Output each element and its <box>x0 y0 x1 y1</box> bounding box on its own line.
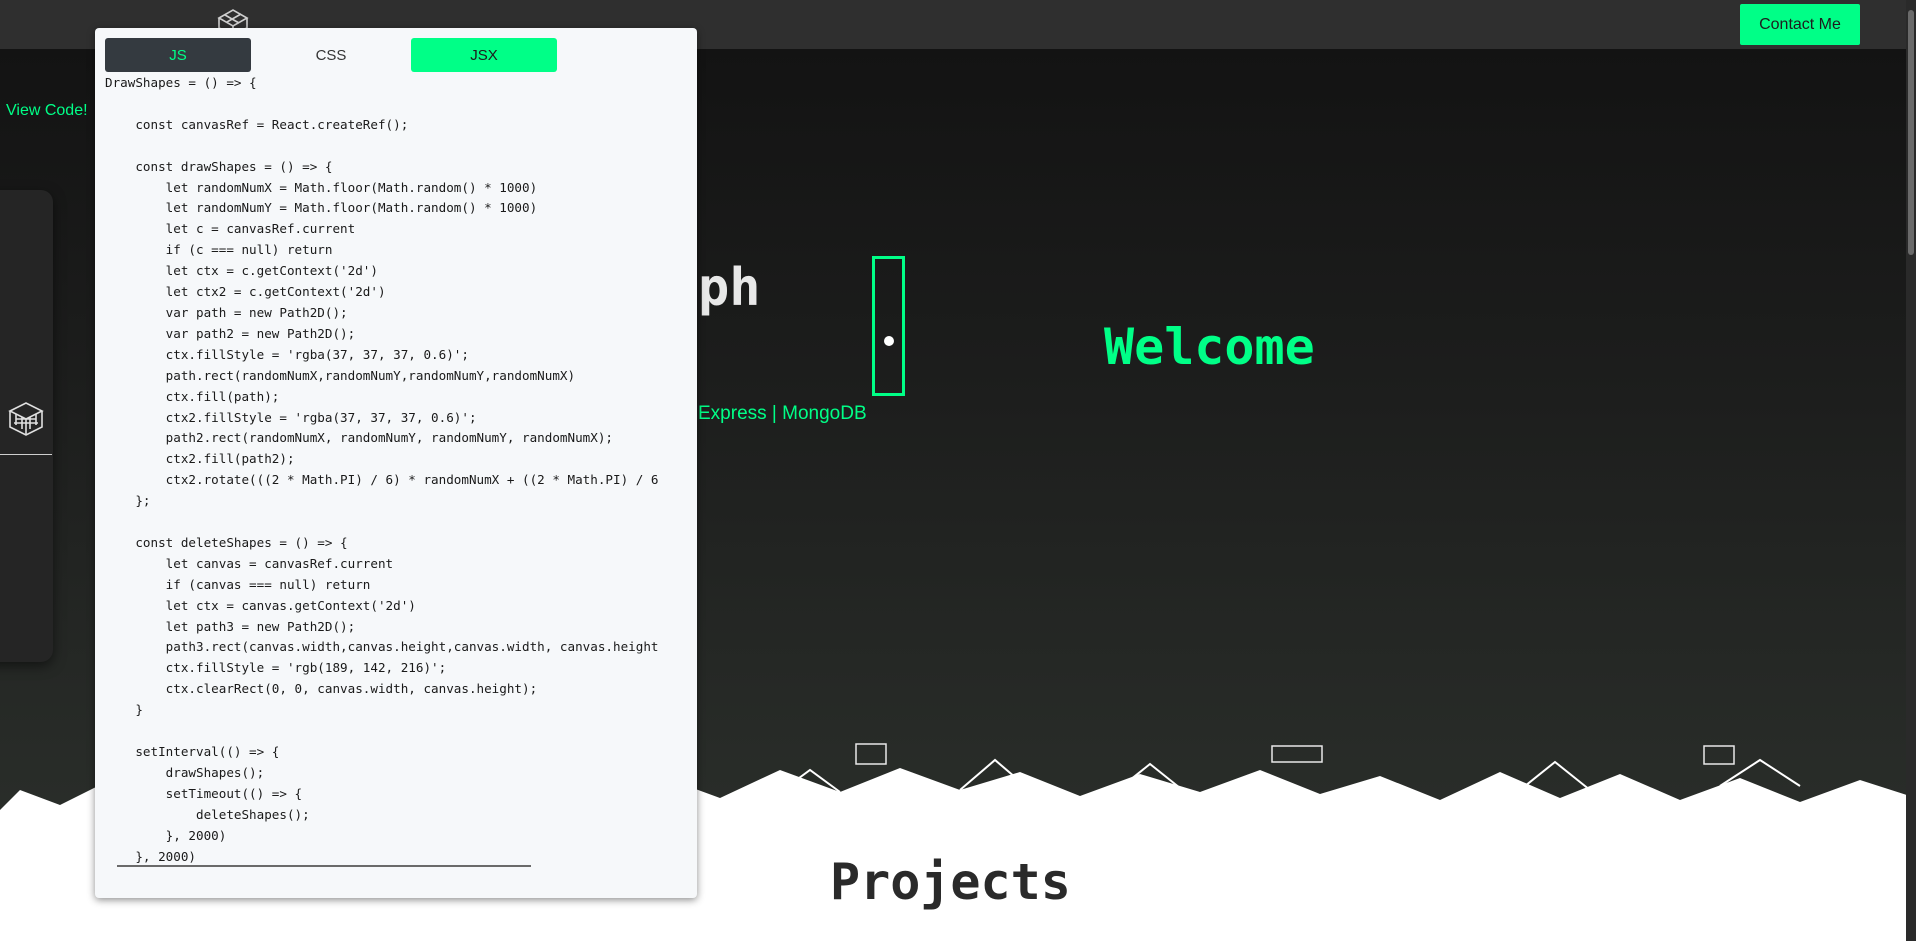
phone-outline-graphic <box>872 256 905 396</box>
side-divider <box>0 454 52 455</box>
phone-dot <box>884 336 894 346</box>
welcome-heading: Welcome <box>1104 318 1315 376</box>
projects-heading: Projects <box>830 853 1071 911</box>
hero-name-partial: ph <box>698 258 761 318</box>
page-scrollbar[interactable] <box>1906 0 1916 941</box>
code-viewer-modal: JS CSS JSX DrawShapes = () => { const ca… <box>95 28 697 898</box>
view-code-link[interactable]: View Code! <box>6 102 88 120</box>
code-block: DrawShapes = () => { const canvasRef = R… <box>105 75 659 863</box>
code-horizontal-scrollbar[interactable] <box>117 865 531 867</box>
tech-stack-text: Express | MongoDB <box>698 403 867 424</box>
code-tabs: JS CSS JSX <box>105 38 557 73</box>
page-scrollbar-thumb[interactable] <box>1908 10 1914 255</box>
tab-css[interactable]: CSS <box>258 38 404 72</box>
geometric-logo-icon-side[interactable] <box>6 399 46 439</box>
side-panel <box>0 190 53 662</box>
tab-js[interactable]: JS <box>105 38 251 72</box>
contact-me-button[interactable]: Contact Me <box>1740 4 1860 45</box>
tab-jsx[interactable]: JSX <box>411 38 557 72</box>
